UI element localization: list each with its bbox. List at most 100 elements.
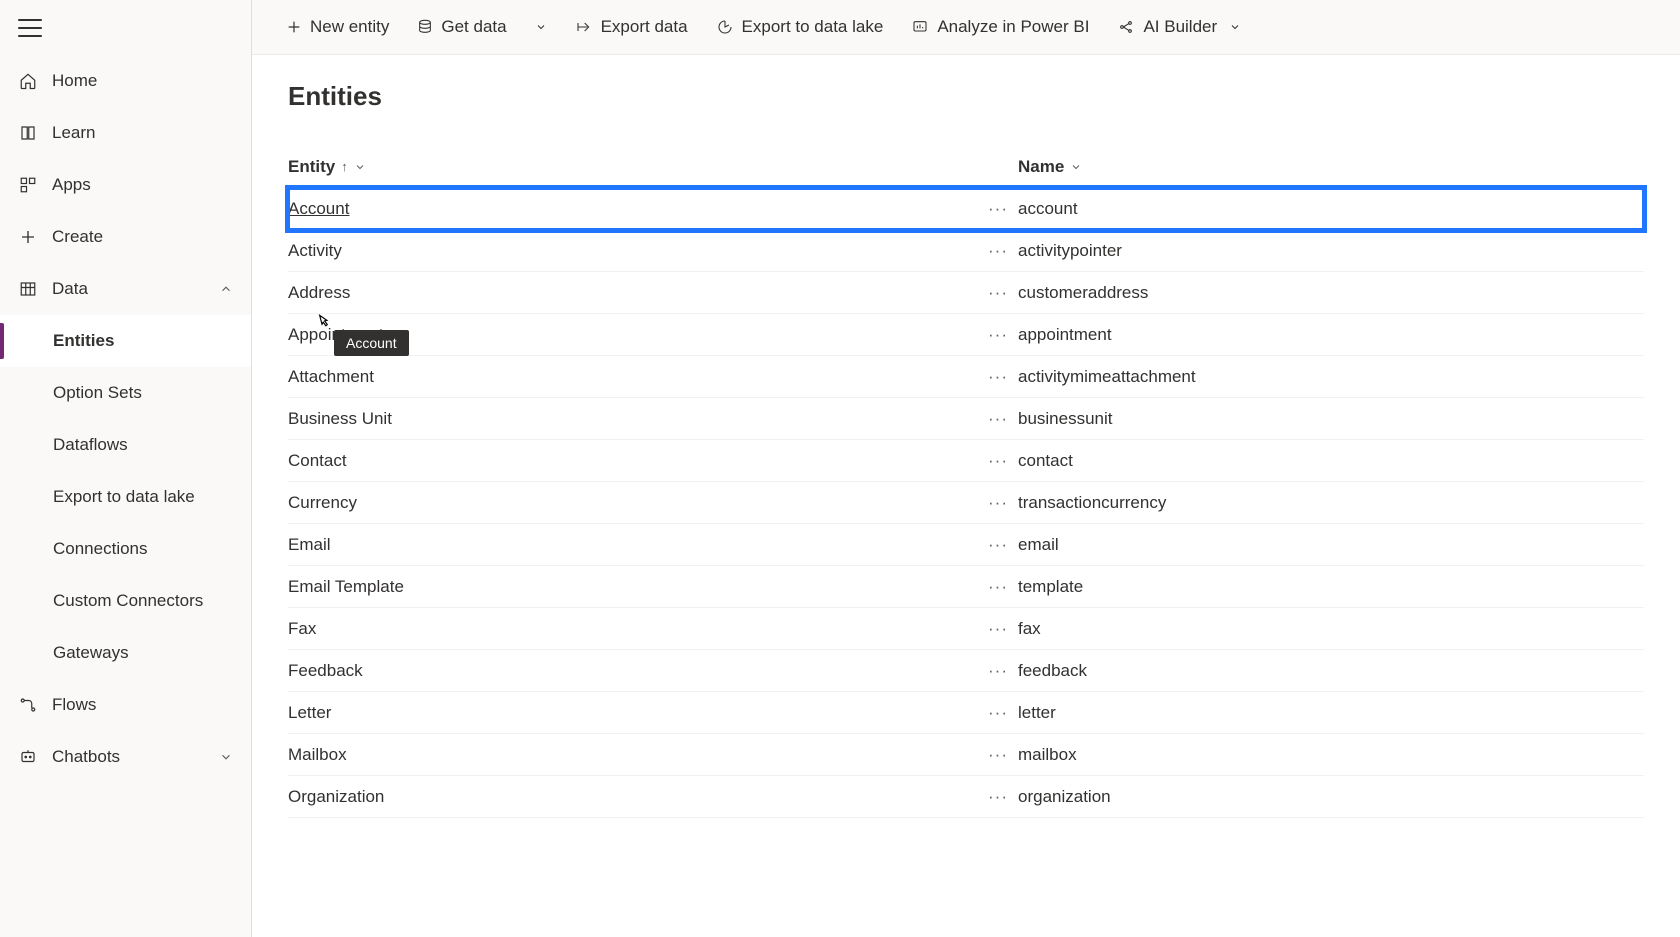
cmd-ai-builder[interactable]: AI Builder	[1105, 7, 1253, 47]
cmd-get-data[interactable]: Get data	[405, 7, 518, 47]
home-icon	[18, 71, 38, 91]
table-row[interactable]: Email Template ··· template	[288, 566, 1644, 608]
table-row[interactable]: Mailbox···mailbox	[288, 734, 1644, 776]
chatbot-icon	[18, 747, 38, 767]
subnav-label: Connections	[53, 539, 148, 559]
entity-link[interactable]: Feedback	[288, 661, 363, 681]
more-actions-button[interactable]: ···	[988, 577, 1008, 596]
entity-link[interactable]: Account	[288, 199, 349, 219]
table-row[interactable]: Contact ··· contact	[288, 440, 1644, 482]
entity-name-value: template	[1018, 577, 1083, 597]
more-actions-button[interactable]: ···	[988, 661, 1008, 680]
book-icon	[18, 123, 38, 143]
entity-link[interactable]: Mailbox	[288, 745, 347, 765]
lake-icon	[716, 19, 734, 35]
entity-name-value: letter	[1018, 703, 1056, 723]
cmd-label: Get data	[441, 17, 506, 37]
nav-label: Chatbots	[52, 747, 120, 767]
cmd-label: Export to data lake	[742, 17, 884, 37]
cmd-new-entity[interactable]: New entity	[274, 7, 401, 47]
chevron-down-icon	[354, 161, 366, 173]
entity-link[interactable]: Fax	[288, 619, 316, 639]
entity-name-value: customeraddress	[1018, 283, 1148, 303]
table-row[interactable]: Currency···transactioncurrency	[288, 482, 1644, 524]
more-actions-button[interactable]: ···	[988, 199, 1008, 218]
chevron-up-icon	[219, 282, 233, 296]
more-actions-button[interactable]: ···	[988, 409, 1008, 428]
more-actions-button[interactable]: ···	[988, 745, 1008, 764]
nav-learn[interactable]: Learn	[0, 107, 251, 159]
table-row[interactable]: Account ··· account	[288, 188, 1644, 230]
subnav-entities[interactable]: Entities	[0, 315, 251, 367]
chevron-down-icon	[1229, 21, 1241, 33]
more-actions-button[interactable]: ···	[988, 241, 1008, 260]
subnav-option-sets[interactable]: Option Sets	[0, 367, 251, 419]
sidebar: Home Learn Apps Create	[0, 0, 252, 937]
nav-flows[interactable]: Flows	[0, 679, 251, 731]
entity-link[interactable]: Email	[288, 535, 331, 555]
flow-icon	[18, 695, 38, 715]
subnav-label: Gateways	[53, 643, 129, 663]
entity-link[interactable]: Attachment	[288, 367, 374, 387]
cmd-label: Analyze in Power BI	[937, 17, 1089, 37]
subnav-label: Option Sets	[53, 383, 142, 403]
cmd-export-data[interactable]: Export data	[563, 7, 700, 47]
entity-link[interactable]: Business Unit	[288, 409, 392, 429]
subnav-dataflows[interactable]: Dataflows	[0, 419, 251, 471]
table-row[interactable]: Letter ··· letter	[288, 692, 1644, 734]
entity-link[interactable]: Contact	[288, 451, 347, 471]
cmd-export-data-lake[interactable]: Export to data lake	[704, 7, 896, 47]
cmd-analyze-powerbi[interactable]: Analyze in Power BI	[899, 7, 1101, 47]
chart-icon	[911, 19, 929, 35]
more-actions-button[interactable]: ···	[988, 619, 1008, 638]
nav-apps[interactable]: Apps	[0, 159, 251, 211]
cmd-get-data-dropdown[interactable]	[523, 7, 559, 47]
more-actions-button[interactable]: ···	[988, 787, 1008, 806]
nav-home[interactable]: Home	[0, 55, 251, 107]
hamburger-menu-button[interactable]	[18, 19, 42, 37]
table-row[interactable]: Address ··· customeraddress	[288, 272, 1644, 314]
entity-link[interactable]: Organization	[288, 787, 384, 807]
more-actions-button[interactable]: ···	[988, 493, 1008, 512]
more-actions-button[interactable]: ···	[988, 703, 1008, 722]
chevron-down-icon	[535, 21, 547, 33]
entity-link[interactable]: Currency	[288, 493, 357, 513]
subnav-connections[interactable]: Connections	[0, 523, 251, 575]
nav-label: Data	[52, 279, 88, 299]
entity-link[interactable]: Activity	[288, 241, 342, 261]
table-row[interactable]: Email···email	[288, 524, 1644, 566]
more-actions-button[interactable]: ···	[988, 451, 1008, 470]
nav-data-subnav: Entities Option Sets Dataflows Export to…	[0, 315, 251, 679]
entities-table: Entity ↑ Name	[288, 152, 1644, 818]
table-row[interactable]: Organization···organization	[288, 776, 1644, 818]
nav-label: Flows	[52, 695, 96, 715]
table-row[interactable]: Appointment···appointment	[288, 314, 1644, 356]
chevron-down-icon	[1070, 161, 1082, 173]
nav-data[interactable]: Data	[0, 263, 251, 315]
entity-link[interactable]: Letter	[288, 703, 331, 723]
table-row[interactable]: Fax···fax	[288, 608, 1644, 650]
nav-chatbots[interactable]: Chatbots	[0, 731, 251, 783]
main: New entity Get data Export data	[252, 0, 1680, 937]
subnav-export-data-lake[interactable]: Export to data lake	[0, 471, 251, 523]
entity-name-value: contact	[1018, 451, 1073, 471]
nav-create[interactable]: Create	[0, 211, 251, 263]
entity-link[interactable]: Address	[288, 283, 350, 303]
subnav-custom-connectors[interactable]: Custom Connectors	[0, 575, 251, 627]
table-row[interactable]: Attachment···activitymimeattachment	[288, 356, 1644, 398]
export-icon	[575, 19, 593, 35]
subnav-gateways[interactable]: Gateways	[0, 627, 251, 679]
ai-icon	[1117, 19, 1135, 35]
more-actions-button[interactable]: ···	[988, 283, 1008, 302]
more-actions-button[interactable]: ···	[988, 535, 1008, 554]
table-row[interactable]: Activity···activitypointer	[288, 230, 1644, 272]
column-header-entity[interactable]: Entity ↑	[288, 157, 978, 177]
table-row[interactable]: Feedback···feedback	[288, 650, 1644, 692]
table-row[interactable]: Business Unit···businessunit	[288, 398, 1644, 440]
column-header-name[interactable]: Name	[1018, 157, 1644, 177]
more-actions-button[interactable]: ···	[988, 367, 1008, 386]
entity-link[interactable]: Email Template	[288, 577, 404, 597]
more-actions-button[interactable]: ···	[988, 325, 1008, 344]
entity-link[interactable]: Appointment	[288, 325, 383, 345]
entity-name-value: account	[1018, 199, 1078, 219]
